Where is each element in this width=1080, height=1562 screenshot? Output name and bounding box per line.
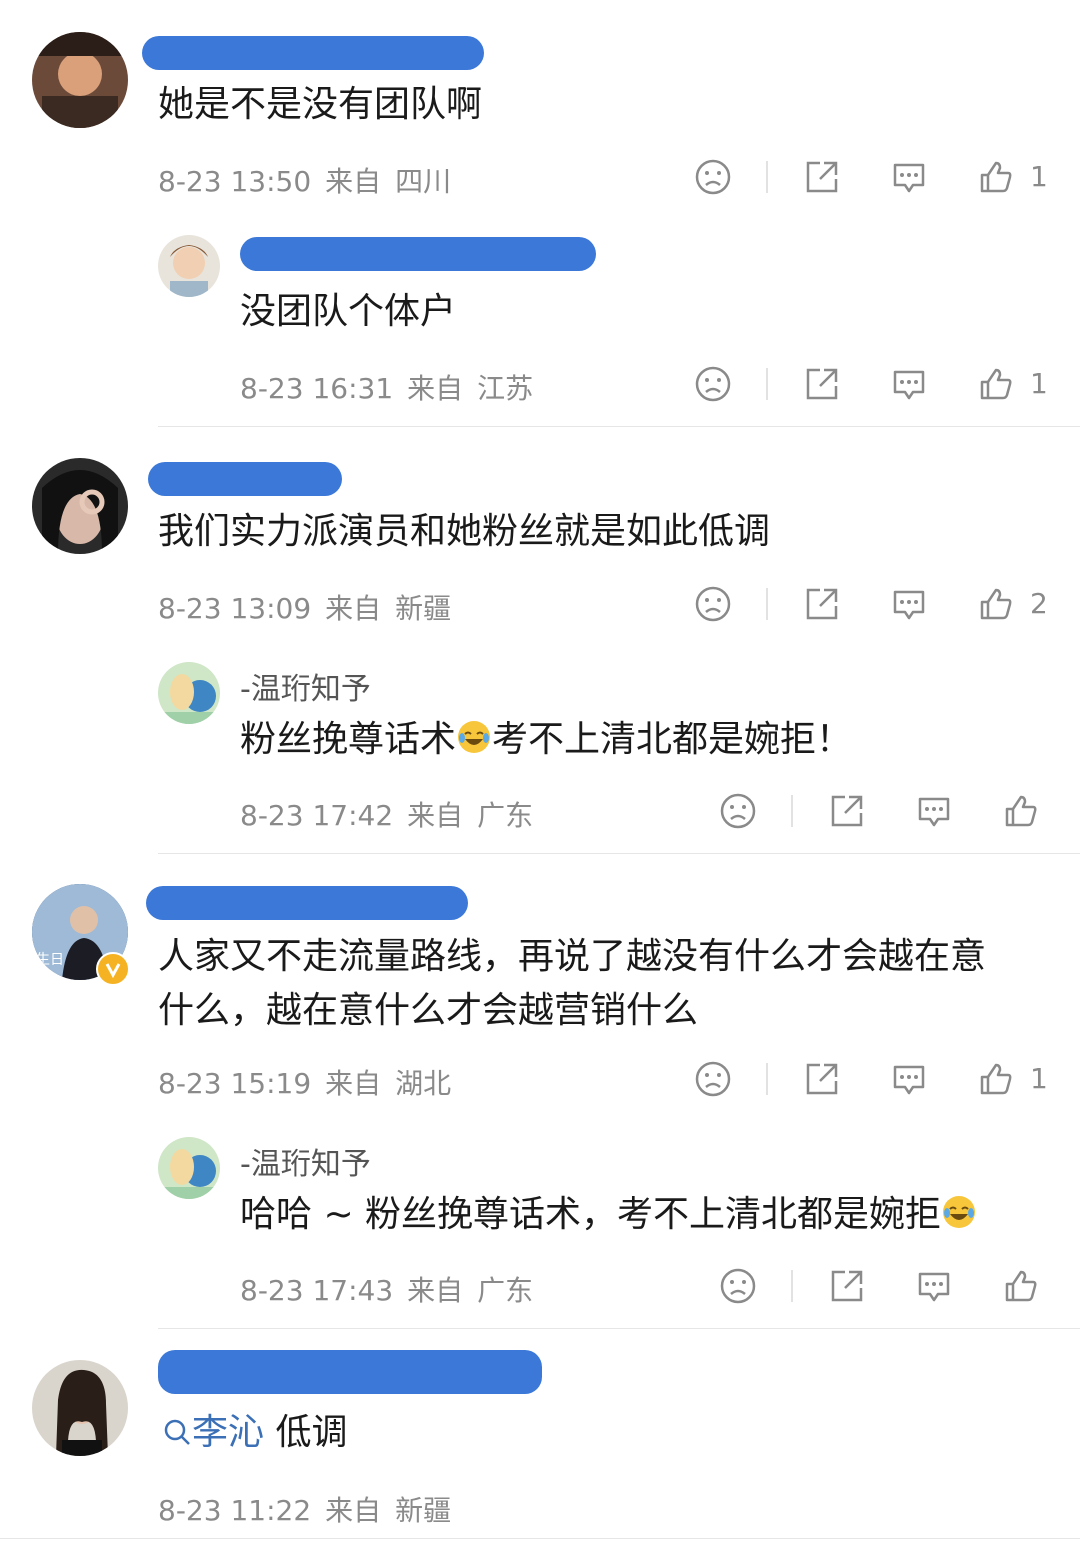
reply-meta: 8-23 16:31 来自 江苏 xyxy=(240,367,547,407)
username-redacted[interactable] xyxy=(240,237,596,271)
topic-label: 李沁 xyxy=(192,1412,265,1453)
reply-username[interactable]: -温珩知予 xyxy=(240,664,371,708)
comment-icon[interactable] xyxy=(914,1266,954,1306)
username-redacted[interactable] xyxy=(146,886,468,920)
from-label: 来自 xyxy=(325,165,382,198)
laughing-crying-emoji xyxy=(943,1196,976,1228)
comment-text-line: 人家又不走流量路线，再说了越没有什么才会越在意 xyxy=(158,936,987,977)
avatar[interactable] xyxy=(158,662,220,724)
timestamp: 8-23 13:09 xyxy=(158,592,312,625)
reply-text-part: 粉丝挽尊话术 xyxy=(240,719,457,760)
from-label: 来自 xyxy=(325,592,382,625)
thumbs-up-icon[interactable] xyxy=(1001,1266,1041,1306)
from-label: 来自 xyxy=(407,799,464,832)
comment-text: 我们实力派演员和她粉丝就是如此低调 xyxy=(158,511,771,552)
username-redacted[interactable] xyxy=(158,1350,542,1394)
avatar[interactable] xyxy=(158,1137,220,1199)
location: 新疆 xyxy=(395,1494,452,1527)
thumbs-up-icon[interactable] xyxy=(976,157,1016,197)
timestamp: 8-23 17:42 xyxy=(240,799,394,832)
comment-icon[interactable] xyxy=(889,157,929,197)
share-icon[interactable] xyxy=(802,157,842,197)
location: 四川 xyxy=(395,165,452,198)
comment-meta: 8-23 15:19 来自 湖北 xyxy=(158,1062,465,1102)
comment-text-line: 什么，越在意什么才会越营销什么 xyxy=(158,990,699,1031)
comment-icon[interactable] xyxy=(889,584,929,624)
sad-face-icon[interactable] xyxy=(693,157,733,197)
username-redacted[interactable] xyxy=(142,36,484,70)
username-redacted[interactable] xyxy=(148,462,342,496)
comment-meta: 8-23 13:50 来自 四川 xyxy=(158,160,465,200)
thumbs-up-icon[interactable] xyxy=(976,1059,1016,1099)
location: 新疆 xyxy=(395,592,452,625)
timestamp: 8-23 15:19 xyxy=(158,1067,312,1100)
reply-text-part: 哈哈 ~ 粉丝挽尊话术，考不上清北都是婉拒 xyxy=(240,1194,942,1235)
like-count: 1 xyxy=(1030,160,1048,193)
timestamp: 8-23 11:22 xyxy=(158,1494,312,1527)
like-count: 2 xyxy=(1030,587,1048,620)
timestamp: 8-23 16:31 xyxy=(240,372,394,405)
laughing-crying-emoji xyxy=(458,721,491,753)
avatar[interactable] xyxy=(32,458,128,554)
from-label: 来自 xyxy=(407,372,464,405)
from-label: 来自 xyxy=(407,1274,464,1307)
comment-icon[interactable] xyxy=(889,364,929,404)
reply-text: 没团队个体户 xyxy=(240,291,457,332)
location: 广东 xyxy=(477,799,534,832)
thumbs-up-icon[interactable] xyxy=(1001,791,1041,831)
location: 广东 xyxy=(477,1274,534,1307)
comment-divider xyxy=(158,1328,1080,1329)
sad-face-icon[interactable] xyxy=(693,364,733,404)
reply-text-part: 考不上清北都是婉拒！ xyxy=(492,719,853,760)
share-icon[interactable] xyxy=(802,584,842,624)
comment-text-part: 低调 xyxy=(275,1412,348,1453)
divider xyxy=(766,1063,768,1095)
comment-icon[interactable] xyxy=(914,791,954,831)
verified-badge-icon xyxy=(96,952,130,986)
comment-meta: 8-23 13:09 来自 新疆 xyxy=(158,587,465,627)
divider xyxy=(791,795,793,827)
divider xyxy=(766,161,768,193)
divider xyxy=(766,588,768,620)
timestamp: 8-23 13:50 xyxy=(158,165,312,198)
location: 江苏 xyxy=(477,372,534,405)
avatar[interactable] xyxy=(158,235,220,297)
reply-meta: 8-23 17:43 来自 广东 xyxy=(240,1269,547,1309)
reply-username[interactable]: -温珩知予 xyxy=(240,1139,371,1183)
sad-face-icon[interactable] xyxy=(693,584,733,624)
like-count: 1 xyxy=(1030,1062,1048,1095)
share-icon[interactable] xyxy=(827,791,867,831)
from-label: 来自 xyxy=(325,1494,382,1527)
share-icon[interactable] xyxy=(802,364,842,404)
comment-text: 她是不是没有团队啊 xyxy=(158,84,483,125)
reply-text: 哈哈 ~ 粉丝挽尊话术，考不上清北都是婉拒 xyxy=(240,1188,977,1242)
divider xyxy=(766,368,768,400)
reply-meta: 8-23 17:42 来自 广东 xyxy=(240,794,547,834)
comment-divider xyxy=(158,853,1080,854)
comment-text: 李沁 低调 xyxy=(162,1406,347,1460)
avatar[interactable] xyxy=(32,1360,128,1456)
from-label: 来自 xyxy=(325,1067,382,1100)
comment-icon[interactable] xyxy=(889,1059,929,1099)
divider xyxy=(791,1270,793,1302)
search-icon xyxy=(164,1419,190,1445)
share-icon[interactable] xyxy=(802,1059,842,1099)
bottom-divider xyxy=(0,1538,1080,1539)
thumbs-up-icon[interactable] xyxy=(976,584,1016,624)
sad-face-icon[interactable] xyxy=(718,791,758,831)
timestamp: 8-23 17:43 xyxy=(240,1274,394,1307)
reply-text: 粉丝挽尊话术 考不上清北都是婉拒！ xyxy=(240,713,852,767)
share-icon[interactable] xyxy=(827,1266,867,1306)
sad-face-icon[interactable] xyxy=(718,1266,758,1306)
topic-link[interactable]: 李沁 xyxy=(162,1412,264,1453)
comment-divider xyxy=(158,426,1080,427)
comment-meta: 8-23 11:22 来自 新疆 xyxy=(158,1489,465,1529)
like-count: 1 xyxy=(1030,367,1048,400)
svg-text:生日: 生日 xyxy=(36,952,64,968)
thumbs-up-icon[interactable] xyxy=(976,364,1016,404)
avatar[interactable] xyxy=(32,32,128,128)
location: 湖北 xyxy=(395,1067,452,1100)
sad-face-icon[interactable] xyxy=(693,1059,733,1099)
